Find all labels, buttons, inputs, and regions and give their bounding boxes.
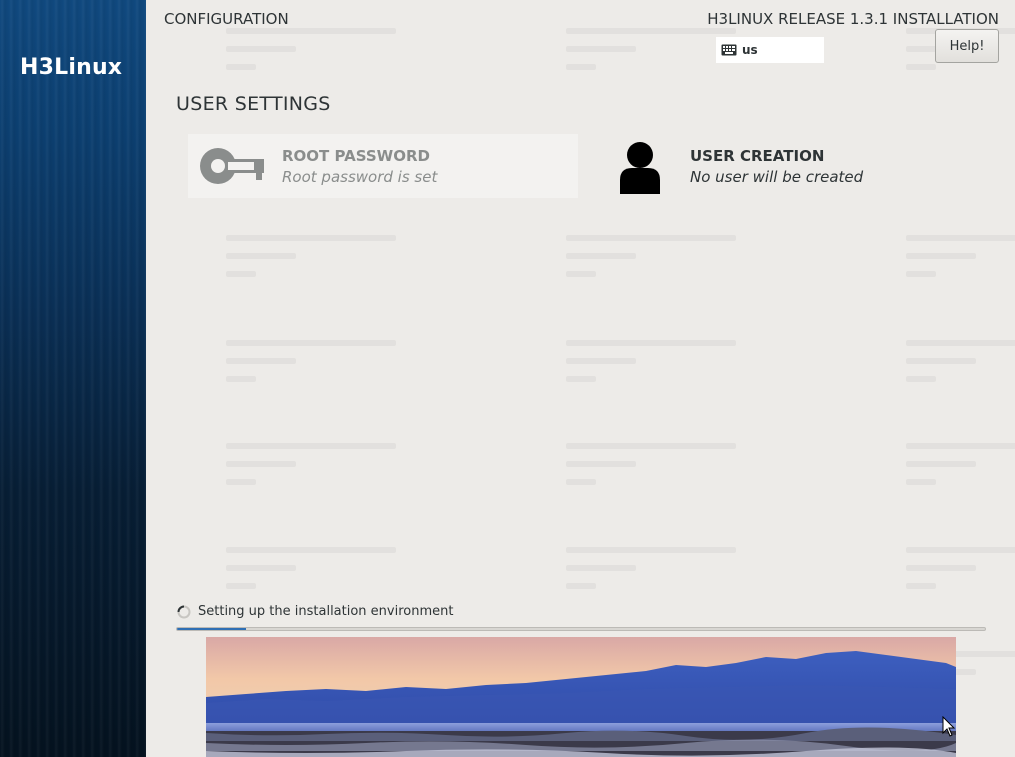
- watermark-line: [566, 443, 736, 449]
- watermark-line: [226, 64, 256, 70]
- watermark-block: [566, 235, 756, 295]
- watermark-line: [566, 340, 736, 346]
- watermark-line: [566, 358, 636, 364]
- user-creation-status: No user will be created: [690, 168, 864, 186]
- landscape-banner-image: [206, 637, 956, 757]
- watermark-line: [566, 64, 596, 70]
- watermark-line: [226, 46, 296, 52]
- watermark-line: [226, 253, 296, 259]
- sidebar-texture: [0, 0, 146, 757]
- watermark-line: [566, 46, 636, 52]
- root-password-spoke[interactable]: ROOT PASSWORD Root password is set: [188, 134, 578, 198]
- watermark-block: [226, 235, 416, 295]
- watermark-line: [906, 583, 936, 589]
- progress-bar-fill: [177, 628, 246, 630]
- watermark-block: [906, 547, 1015, 607]
- watermark-line: [566, 583, 596, 589]
- watermark-line: [906, 235, 1015, 241]
- progress-status-text: Setting up the installation environment: [198, 604, 454, 619]
- watermark-line: [906, 461, 976, 467]
- user-creation-spoke[interactable]: USER CREATION No user will be created: [610, 134, 990, 198]
- progress-bar: [176, 627, 986, 631]
- watermark-line: [906, 340, 1015, 346]
- watermark-line: [906, 64, 936, 70]
- watermark-line: [566, 235, 736, 241]
- watermark-line: [906, 253, 976, 259]
- watermark-block: [566, 340, 756, 400]
- watermark-line: [226, 547, 396, 553]
- watermark-line: [226, 565, 296, 571]
- watermark-line: [566, 376, 596, 382]
- landscape-illustration: [206, 637, 956, 757]
- root-password-title: ROOT PASSWORD: [282, 147, 430, 165]
- watermark-block: [226, 547, 416, 607]
- root-password-status: Root password is set: [282, 168, 438, 186]
- sidebar: H3Linux: [0, 0, 146, 757]
- watermark-block: [566, 443, 756, 503]
- watermark-line: [906, 376, 936, 382]
- watermark-block: [226, 443, 416, 503]
- watermark-line: [226, 358, 296, 364]
- watermark-line: [226, 340, 396, 346]
- watermark-block: [906, 235, 1015, 295]
- watermark-line: [906, 565, 976, 571]
- watermark-line: [226, 479, 256, 485]
- watermark-line: [226, 443, 396, 449]
- release-title: H3LINUX RELEASE 1.3.1 INSTALLATION: [707, 10, 999, 28]
- watermark-line: [906, 271, 936, 277]
- watermark-line: [906, 479, 936, 485]
- watermark-line: [226, 461, 296, 467]
- watermark-line: [566, 28, 736, 34]
- brand-logo-text: H3Linux: [20, 55, 123, 80]
- user-icon: [620, 142, 660, 194]
- watermark-line: [566, 479, 596, 485]
- user-settings-heading: USER SETTINGS: [176, 93, 331, 115]
- installer-window: H3Linux CONFIGURATION H3LINUX RELEASE 1.…: [0, 0, 1015, 757]
- keyboard-layout-indicator[interactable]: us: [716, 37, 824, 63]
- key-icon: [200, 148, 264, 184]
- watermark-block: [566, 547, 756, 607]
- watermark-line: [906, 547, 1015, 553]
- keyboard-layout-label: us: [742, 43, 758, 57]
- watermark-line: [226, 376, 256, 382]
- watermark-block: [226, 28, 416, 88]
- watermark-line: [566, 565, 636, 571]
- help-button[interactable]: Help!: [935, 29, 999, 63]
- watermark-line: [906, 358, 976, 364]
- watermark-line: [226, 235, 396, 241]
- watermark-line: [566, 461, 636, 467]
- mouse-cursor-icon: [942, 716, 956, 737]
- watermark-block: [906, 340, 1015, 400]
- watermark-block: [906, 443, 1015, 503]
- watermark-line: [566, 271, 596, 277]
- watermark-line: [226, 583, 256, 589]
- user-creation-title: USER CREATION: [690, 147, 825, 165]
- spinner-icon: [177, 605, 191, 619]
- watermark-line: [226, 271, 256, 277]
- page-title: CONFIGURATION: [164, 10, 289, 28]
- watermark-block: [226, 340, 416, 400]
- watermark-line: [566, 547, 736, 553]
- watermark-line: [226, 28, 396, 34]
- watermark-line: [906, 443, 1015, 449]
- keyboard-icon: [721, 44, 737, 56]
- watermark-line: [566, 253, 636, 259]
